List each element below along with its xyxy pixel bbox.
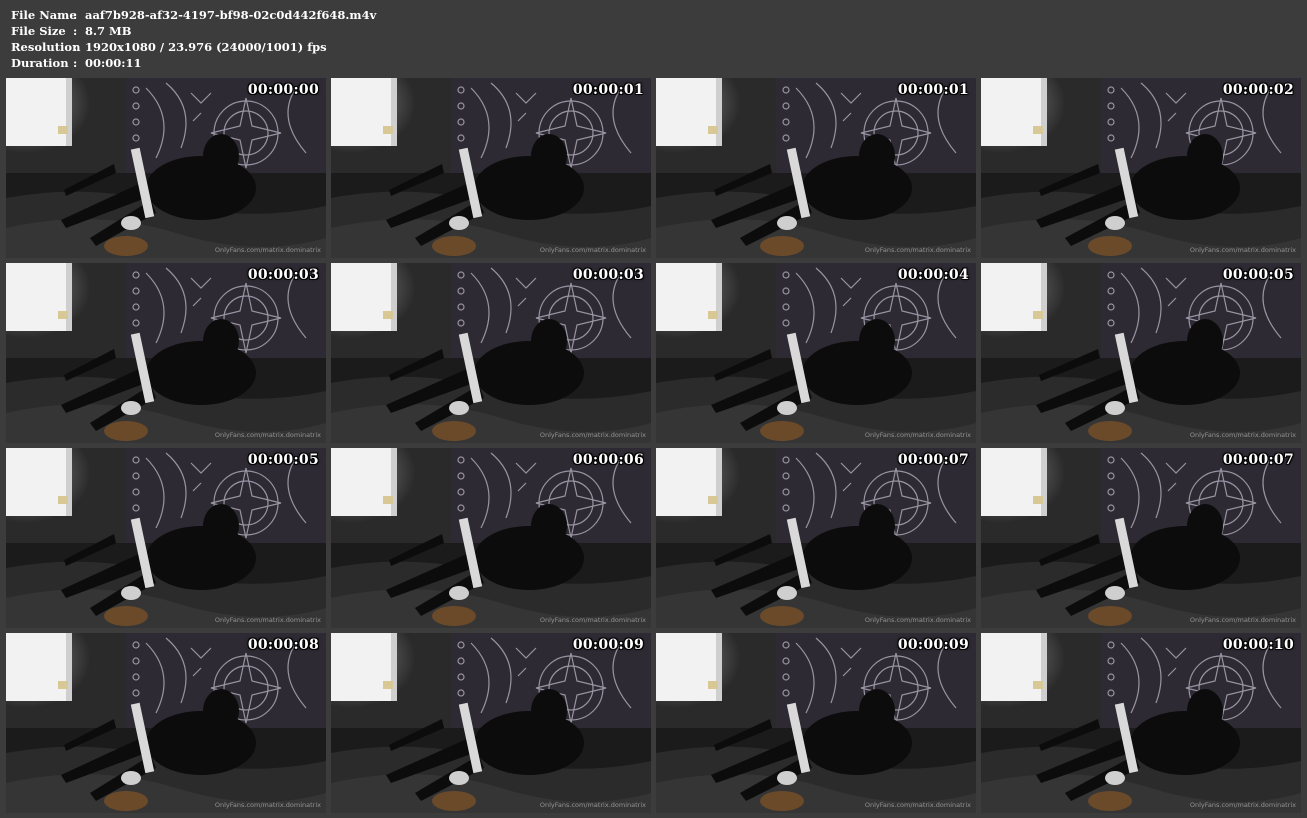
watermark-text: OnlyFans.com/matrix.dominatrix — [864, 801, 971, 809]
watermark-text: OnlyFans.com/matrix.dominatrix — [539, 431, 646, 439]
video-frame-image — [6, 448, 326, 628]
video-frame-image — [981, 448, 1301, 628]
watermark-text: OnlyFans.com/matrix.dominatrix — [214, 616, 321, 624]
watermark-text: OnlyFans.com/matrix.dominatrix — [539, 246, 646, 254]
watermark-text: OnlyFans.com/matrix.dominatrix — [1189, 246, 1296, 254]
timestamp-label: 00:00:01 — [572, 82, 644, 98]
video-frame-image — [331, 448, 651, 628]
file-name-row: File Name : aaf7b928-af32-4197-bf98-02c0… — [11, 7, 376, 23]
timestamp-label: 00:00:04 — [897, 267, 969, 283]
watermark-text: OnlyFans.com/matrix.dominatrix — [864, 616, 971, 624]
video-thumbnail: 00:00:09 OnlyFans.com/matrix.dominatrix — [331, 633, 651, 813]
timestamp-label: 00:00:03 — [247, 267, 319, 283]
watermark-text: OnlyFans.com/matrix.dominatrix — [214, 801, 321, 809]
video-thumbnail: 00:00:06 OnlyFans.com/matrix.dominatrix — [331, 448, 651, 628]
timestamp-label: 00:00:10 — [1222, 637, 1294, 653]
timestamp-label: 00:00:01 — [897, 82, 969, 98]
video-frame-image — [6, 263, 326, 443]
resolution-row: Resolution : 1920x1080 / 23.976 (24000/1… — [11, 39, 376, 55]
thumbnail-grid: 00:00:00 OnlyFans.com/matrix.dominatrix 0… — [6, 78, 1301, 813]
timestamp-label: 00:00:05 — [1222, 267, 1294, 283]
video-frame-image — [331, 78, 651, 258]
separator: : — [73, 8, 78, 22]
file-name-label: File Name — [11, 8, 77, 22]
file-size-row: File Size : 8.7 MB — [11, 23, 376, 39]
separator: : — [73, 24, 78, 38]
video-thumbnail: 00:00:07 OnlyFans.com/matrix.dominatrix — [981, 448, 1301, 628]
timestamp-label: 00:00:06 — [572, 452, 644, 468]
watermark-text: OnlyFans.com/matrix.dominatrix — [214, 431, 321, 439]
duration-label: Duration — [11, 56, 69, 70]
video-frame-image — [981, 263, 1301, 443]
timestamp-label: 00:00:09 — [572, 637, 644, 653]
video-thumbnail: 00:00:02 OnlyFans.com/matrix.dominatrix — [981, 78, 1301, 258]
video-thumbnail: 00:00:05 OnlyFans.com/matrix.dominatrix — [981, 263, 1301, 443]
watermark-text: OnlyFans.com/matrix.dominatrix — [864, 431, 971, 439]
timestamp-label: 00:00:00 — [247, 82, 319, 98]
video-thumbnail: 00:00:00 OnlyFans.com/matrix.dominatrix — [6, 78, 326, 258]
separator: : — [73, 40, 78, 54]
video-thumbnail: 00:00:09 OnlyFans.com/matrix.dominatrix — [656, 633, 976, 813]
file-size-label: File Size — [11, 24, 66, 38]
watermark-text: OnlyFans.com/matrix.dominatrix — [1189, 431, 1296, 439]
watermark-text: OnlyFans.com/matrix.dominatrix — [864, 246, 971, 254]
file-info-header: File Name : aaf7b928-af32-4197-bf98-02c0… — [11, 7, 376, 71]
video-thumbnail: 00:00:05 OnlyFans.com/matrix.dominatrix — [6, 448, 326, 628]
watermark-text: OnlyFans.com/matrix.dominatrix — [539, 801, 646, 809]
timestamp-label: 00:00:05 — [247, 452, 319, 468]
watermark-text: OnlyFans.com/matrix.dominatrix — [539, 616, 646, 624]
duration-value: 00:00:11 — [85, 56, 142, 70]
timestamp-label: 00:00:08 — [247, 637, 319, 653]
resolution-label: Resolution — [11, 40, 81, 54]
video-frame-image — [981, 78, 1301, 258]
timestamp-label: 00:00:07 — [1222, 452, 1294, 468]
timestamp-label: 00:00:09 — [897, 637, 969, 653]
timestamp-label: 00:00:07 — [897, 452, 969, 468]
video-thumbnail: 00:00:10 OnlyFans.com/matrix.dominatrix — [981, 633, 1301, 813]
separator: : — [73, 56, 78, 70]
video-thumbnail: 00:00:01 OnlyFans.com/matrix.dominatrix — [331, 78, 651, 258]
video-frame-image — [656, 633, 976, 813]
video-thumbnail: 00:00:08 OnlyFans.com/matrix.dominatrix — [6, 633, 326, 813]
file-size-value: 8.7 MB — [85, 24, 132, 38]
video-frame-image — [331, 633, 651, 813]
video-frame-image — [656, 78, 976, 258]
video-thumbnail: 00:00:03 OnlyFans.com/matrix.dominatrix — [331, 263, 651, 443]
video-thumbnail: 00:00:04 OnlyFans.com/matrix.dominatrix — [656, 263, 976, 443]
video-thumbnail: 00:00:07 OnlyFans.com/matrix.dominatrix — [656, 448, 976, 628]
watermark-text: OnlyFans.com/matrix.dominatrix — [214, 246, 321, 254]
video-thumbnail: 00:00:03 OnlyFans.com/matrix.dominatrix — [6, 263, 326, 443]
file-name-value: aaf7b928-af32-4197-bf98-02c0d442f648.m4v — [85, 8, 377, 22]
watermark-text: OnlyFans.com/matrix.dominatrix — [1189, 616, 1296, 624]
watermark-text: OnlyFans.com/matrix.dominatrix — [1189, 801, 1296, 809]
video-frame-image — [331, 263, 651, 443]
video-frame-image — [6, 78, 326, 258]
resolution-value: 1920x1080 / 23.976 (24000/1001) fps — [85, 40, 327, 54]
timestamp-label: 00:00:02 — [1222, 82, 1294, 98]
video-thumbnail: 00:00:01 OnlyFans.com/matrix.dominatrix — [656, 78, 976, 258]
video-frame-image — [981, 633, 1301, 813]
video-frame-image — [6, 633, 326, 813]
video-frame-image — [656, 448, 976, 628]
video-frame-image — [656, 263, 976, 443]
duration-row: Duration : 00:00:11 — [11, 55, 376, 71]
timestamp-label: 00:00:03 — [572, 267, 644, 283]
